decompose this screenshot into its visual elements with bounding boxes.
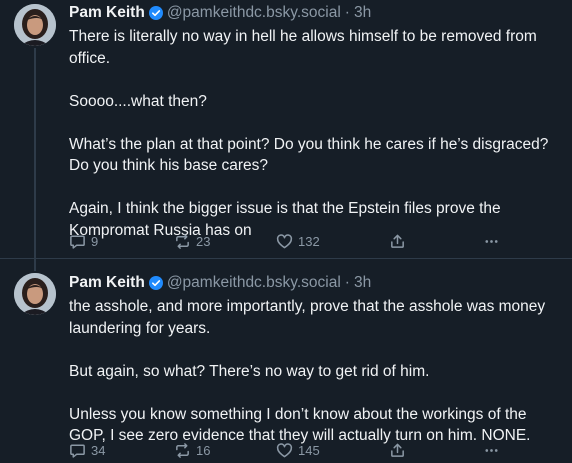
repost-count: 23 bbox=[196, 234, 211, 249]
like-button[interactable]: 145 bbox=[276, 442, 320, 459]
post[interactable]: Pam Keith @pamkeithdc.bsky.social · 3h T… bbox=[0, 0, 572, 259]
like-icon bbox=[276, 443, 293, 458]
more-options-button[interactable] bbox=[483, 442, 500, 459]
separator-dot: · bbox=[344, 4, 350, 21]
separator-dot: · bbox=[344, 274, 350, 291]
thread-line bbox=[34, 259, 36, 271]
avatar-image bbox=[14, 273, 56, 315]
reply-icon bbox=[70, 444, 85, 458]
share-icon bbox=[391, 234, 404, 248]
share-icon bbox=[391, 443, 404, 457]
post-text: There is literally no way in hell he all… bbox=[69, 26, 559, 241]
repost-button[interactable]: 16 bbox=[174, 442, 210, 459]
repost-count: 16 bbox=[196, 443, 211, 458]
share-button[interactable] bbox=[389, 233, 406, 250]
share-button[interactable] bbox=[389, 442, 406, 459]
post-paragraph: There is literally no way in hell he all… bbox=[69, 28, 537, 67]
more-icon bbox=[485, 240, 498, 243]
avatar-image bbox=[14, 4, 56, 46]
author-handle[interactable]: @pamkeithdc.bsky.social bbox=[167, 274, 341, 292]
post-actions: 34 16 145 bbox=[69, 442, 509, 462]
post-actions: 9 23 132 bbox=[69, 233, 509, 253]
reply-button[interactable]: 9 bbox=[69, 233, 98, 250]
post-timestamp[interactable]: 3h bbox=[354, 4, 371, 22]
repost-button[interactable]: 23 bbox=[174, 233, 210, 250]
more-icon bbox=[485, 449, 498, 452]
verified-badge-icon bbox=[148, 6, 163, 20]
post-header: Pam Keith @pamkeithdc.bsky.social · 3h bbox=[69, 4, 371, 22]
more-options-button[interactable] bbox=[483, 233, 500, 250]
like-button[interactable]: 132 bbox=[276, 233, 320, 250]
avatar[interactable] bbox=[14, 273, 56, 315]
post-timestamp[interactable]: 3h bbox=[354, 274, 371, 292]
post-text: the asshole, and more importantly, prove… bbox=[69, 296, 559, 447]
author-handle[interactable]: @pamkeithdc.bsky.social bbox=[167, 4, 341, 22]
reply-count: 34 bbox=[91, 443, 106, 458]
like-count: 132 bbox=[298, 234, 320, 249]
author-name[interactable]: Pam Keith bbox=[69, 274, 145, 292]
post-paragraph: Unless you know something I don’t know a… bbox=[69, 405, 531, 445]
like-icon bbox=[276, 234, 293, 249]
post-paragraph: What’s the plan at that point? Do you th… bbox=[69, 135, 549, 175]
author-name[interactable]: Pam Keith bbox=[69, 4, 145, 22]
post-paragraph: But again, so what? There’s no way to ge… bbox=[69, 362, 430, 380]
reply-count: 9 bbox=[91, 234, 99, 249]
like-count: 145 bbox=[298, 443, 320, 458]
thread-line bbox=[34, 48, 36, 259]
verified-badge-icon bbox=[148, 276, 163, 290]
repost-icon bbox=[176, 443, 189, 458]
avatar[interactable] bbox=[14, 4, 56, 46]
post-paragraph: the asshole, and more importantly, prove… bbox=[69, 298, 546, 337]
reply-icon bbox=[70, 235, 85, 249]
reply-button[interactable]: 34 bbox=[69, 442, 105, 459]
post-header: Pam Keith @pamkeithdc.bsky.social · 3h bbox=[69, 274, 371, 292]
repost-icon bbox=[176, 234, 189, 249]
post[interactable]: Pam Keith @pamkeithdc.bsky.social · 3h t… bbox=[0, 259, 572, 463]
post-paragraph: Soooo....what then? bbox=[69, 92, 207, 110]
